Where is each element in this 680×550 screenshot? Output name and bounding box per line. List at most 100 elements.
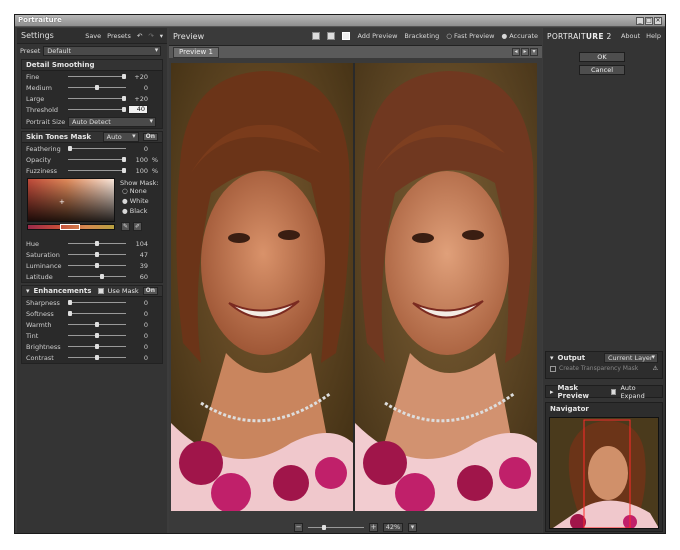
enhancement-value[interactable]: 0: [128, 299, 148, 307]
enhancement-value[interactable]: 0: [128, 332, 148, 340]
enhancement-value[interactable]: 0: [128, 343, 148, 351]
hsl-slider[interactable]: [68, 274, 126, 279]
hsl-value[interactable]: 104: [128, 240, 148, 248]
enhancement-slider-thumb[interactable]: [95, 333, 99, 338]
detail-smoothing-header[interactable]: Detail Smoothing: [22, 60, 162, 71]
enhancements-header[interactable]: ▾ Enhancements Use Mask On: [22, 286, 162, 297]
detail-slider[interactable]: [68, 74, 126, 79]
bracketing-button[interactable]: Bracketing: [404, 32, 439, 40]
add-preview-button[interactable]: Add Preview: [357, 32, 397, 40]
split-vertical-icon[interactable]: [342, 32, 351, 40]
show-mask-option[interactable]: ○ None: [122, 187, 149, 197]
enhancement-value[interactable]: 0: [128, 321, 148, 329]
zoom-out-icon[interactable]: −: [294, 522, 303, 532]
detail-slider-thumb[interactable]: [122, 74, 126, 79]
hsl-slider[interactable]: [68, 241, 126, 246]
fast-preview-radio[interactable]: ○ Fast Preview: [446, 32, 494, 40]
hsl-slider[interactable]: [68, 263, 126, 268]
mask-value[interactable]: 0: [128, 145, 148, 153]
detail-slider[interactable]: [68, 96, 126, 101]
output-dropdown[interactable]: Current Layer: [604, 352, 658, 363]
mask-on-button[interactable]: On: [142, 133, 158, 141]
help-button[interactable]: Help: [646, 32, 661, 40]
cancel-button[interactable]: Cancel: [579, 65, 625, 75]
tab-prev-icon[interactable]: ◂: [512, 48, 520, 56]
mask-value[interactable]: 100: [128, 167, 148, 175]
zoom-in-icon[interactable]: +: [369, 522, 378, 532]
hsl-slider[interactable]: [68, 252, 126, 257]
processed-preview-image[interactable]: [355, 63, 537, 511]
close-icon[interactable]: ✕: [654, 17, 662, 25]
show-mask-option[interactable]: ● White: [122, 197, 149, 207]
use-mask-checkbox[interactable]: [97, 288, 104, 294]
enhancement-slider[interactable]: [68, 344, 126, 349]
mask-slider-thumb[interactable]: [122, 157, 126, 162]
original-preview-image[interactable]: [171, 63, 353, 511]
about-button[interactable]: About: [621, 32, 640, 40]
presets-button[interactable]: Presets: [107, 32, 131, 40]
detail-slider-thumb[interactable]: [122, 107, 126, 112]
enhancements-on-button[interactable]: On: [142, 287, 158, 295]
enhancement-slider[interactable]: [68, 355, 126, 360]
enhancement-value[interactable]: 0: [128, 310, 148, 318]
mask-slider[interactable]: [68, 168, 126, 173]
enhancement-slider[interactable]: [68, 333, 126, 338]
color-field[interactable]: [27, 178, 115, 222]
save-button[interactable]: Save: [85, 32, 101, 40]
transparency-checkbox[interactable]: [550, 365, 556, 372]
detail-slider[interactable]: [68, 107, 126, 112]
detail-value[interactable]: +20: [128, 73, 148, 81]
detail-slider[interactable]: [68, 85, 126, 90]
hsl-value[interactable]: 47: [128, 251, 148, 259]
mask-preview-header[interactable]: ▸ Mask Preview Auto Expand: [546, 384, 662, 400]
auto-expand-checkbox[interactable]: [610, 388, 617, 395]
hsl-slider-thumb[interactable]: [100, 274, 105, 279]
show-mask-option[interactable]: ● Black: [122, 207, 149, 217]
mask-slider[interactable]: [68, 157, 126, 162]
hsl-value[interactable]: 60: [128, 273, 148, 281]
zoom-dropdown-icon[interactable]: ▾: [408, 522, 417, 532]
tab-preview-1[interactable]: Preview 1: [173, 47, 219, 58]
minimize-icon[interactable]: _: [636, 17, 644, 25]
undo-icon[interactable]: ↶: [137, 32, 142, 40]
maximize-icon[interactable]: □: [645, 17, 653, 25]
enhancement-value[interactable]: 0: [128, 354, 148, 362]
skin-tones-mask-header[interactable]: Skin Tones Mask Auto On: [22, 132, 162, 143]
navigator-thumbnail[interactable]: [549, 417, 659, 529]
enhancement-slider[interactable]: [68, 300, 126, 305]
enhancement-slider-thumb[interactable]: [68, 311, 72, 316]
tab-menu-icon[interactable]: ▾: [530, 48, 538, 56]
mask-slider[interactable]: [68, 146, 126, 151]
mask-mode-dropdown[interactable]: Auto: [102, 132, 139, 142]
enhancement-slider-thumb[interactable]: [95, 322, 99, 327]
detail-value[interactable]: 0: [128, 84, 148, 92]
mask-slider-thumb[interactable]: [122, 168, 126, 173]
eyedropper-minus-icon[interactable]: ✐: [133, 222, 142, 231]
enhancement-slider[interactable]: [68, 311, 126, 316]
detail-slider-thumb[interactable]: [122, 96, 126, 101]
preset-dropdown[interactable]: Default: [43, 45, 162, 56]
portrait-size-dropdown[interactable]: Auto Detect: [68, 116, 156, 127]
ok-button[interactable]: OK: [579, 52, 625, 62]
single-view-icon[interactable]: [312, 32, 321, 40]
eyedropper-add-icon[interactable]: ✎: [121, 222, 130, 231]
detail-slider-thumb[interactable]: [95, 85, 99, 90]
output-header[interactable]: ▾ Output Current Layer: [546, 352, 662, 363]
collapse-chevron-icon[interactable]: ▾: [26, 287, 30, 295]
hsl-slider-thumb[interactable]: [95, 241, 99, 246]
menu-chevron-icon[interactable]: ▾: [160, 32, 163, 40]
accurate-radio[interactable]: ● Accurate: [501, 32, 538, 40]
hsl-slider-thumb[interactable]: [95, 263, 99, 268]
hsl-value[interactable]: 39: [128, 262, 148, 270]
detail-value[interactable]: +20: [128, 95, 148, 103]
enhancement-slider-thumb[interactable]: [68, 300, 72, 305]
zoom-slider[interactable]: [308, 524, 364, 530]
split-horizontal-icon[interactable]: [327, 32, 336, 40]
hue-range-marker[interactable]: [60, 224, 80, 230]
redo-icon[interactable]: ↷: [148, 32, 153, 40]
enhancement-slider-thumb[interactable]: [95, 355, 99, 360]
zoom-value[interactable]: 42%: [383, 522, 403, 532]
mask-value[interactable]: 100: [128, 156, 148, 164]
zoom-slider-thumb[interactable]: [322, 524, 326, 530]
tab-next-icon[interactable]: ▸: [521, 48, 529, 56]
